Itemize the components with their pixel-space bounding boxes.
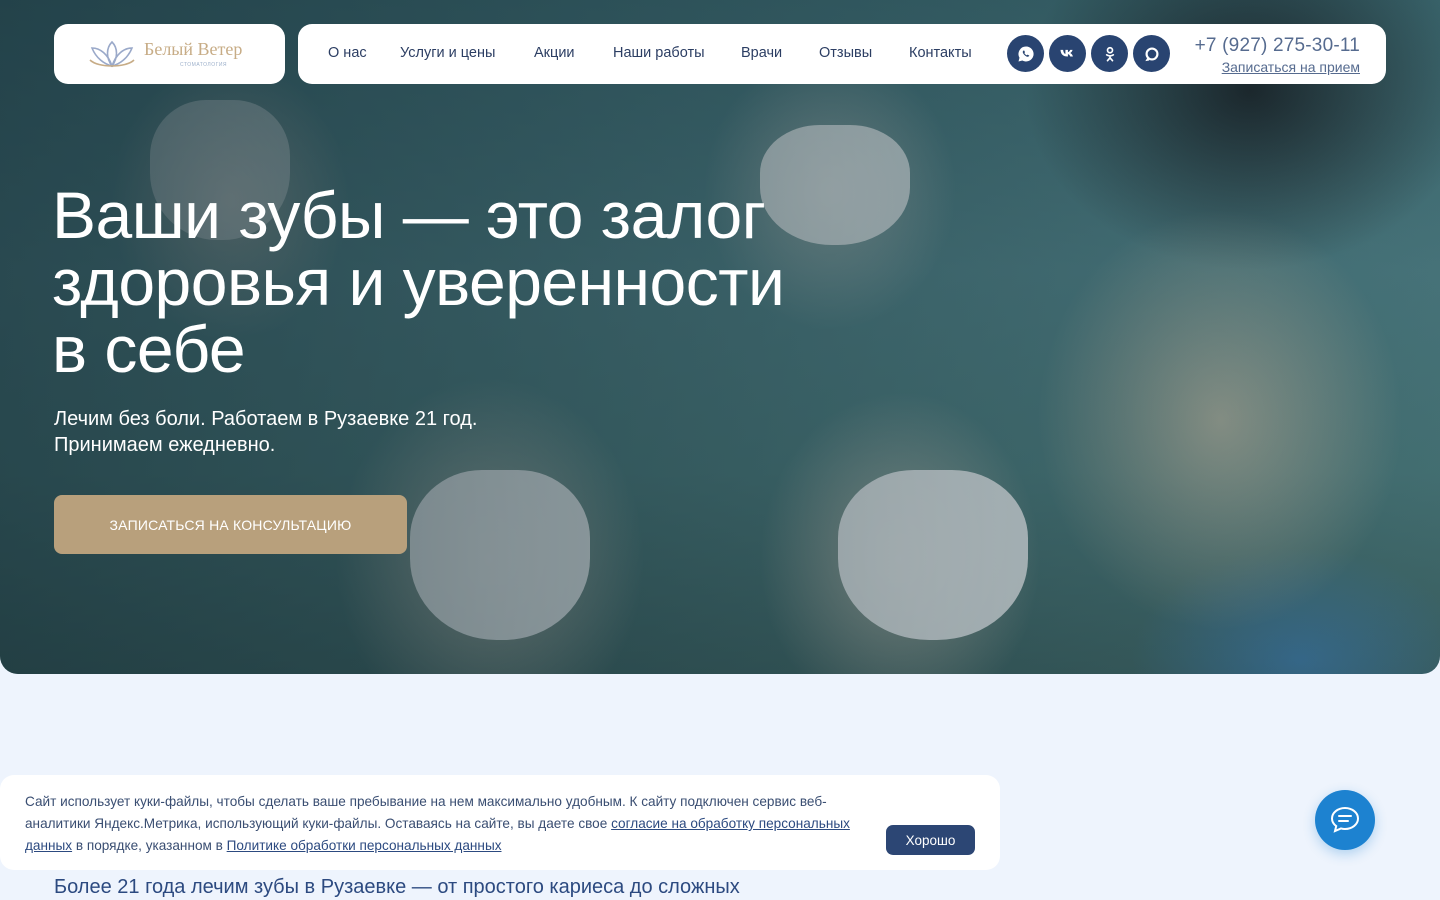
intro-text: Более 21 года лечим зубы в Рузаевке — от…	[54, 876, 740, 898]
hero-title-line: в себе	[52, 312, 246, 386]
cookie-accept-button[interactable]: Хорошо	[886, 825, 975, 855]
main-nav: О нас Услуги и цены Акции Наши работы Вр…	[298, 24, 1386, 84]
chat-button[interactable]	[1315, 790, 1375, 850]
nav-item-services[interactable]: Услуги и цены	[400, 45, 495, 61]
hero-subtitle-line: Лечим без боли. Работаем в Рузаевке 21 г…	[54, 408, 478, 430]
whatsapp-icon	[1017, 45, 1034, 61]
cookie-banner: Сайт использует куки-файлы, чтобы сделат…	[0, 775, 1000, 870]
odnoklassniki-icon	[1105, 46, 1114, 62]
book-appointment-link[interactable]: Записаться на прием	[1222, 59, 1360, 75]
chat-bubble-icon	[1330, 806, 1360, 833]
odnoklassniki-button[interactable]	[1091, 35, 1128, 72]
logo[interactable]: Белый Ветер СТОМАТОЛОГИЯ	[54, 24, 285, 84]
nav-item-contacts[interactable]: Контакты	[909, 45, 972, 61]
privacy-policy-link[interactable]: Политике обработки персональных данных	[227, 838, 502, 853]
vk-button[interactable]	[1049, 35, 1086, 72]
nav-item-promotions[interactable]: Акции	[534, 45, 575, 61]
vk-icon	[1060, 49, 1073, 56]
nav-item-about[interactable]: О нас	[328, 45, 367, 61]
hero-subtitle-line: Принимаем ежедневно.	[54, 434, 276, 456]
book-consultation-button[interactable]: ЗАПИСАТЬСЯ НА КОНСУЛЬТАЦИЮ	[54, 495, 407, 554]
max-messenger-icon	[1144, 47, 1158, 61]
whatsapp-button[interactable]	[1007, 35, 1044, 72]
nav-item-doctors[interactable]: Врачи	[741, 45, 782, 61]
max-messenger-button[interactable]	[1133, 35, 1170, 72]
cookie-text-part: в порядке, указанном в	[72, 838, 227, 853]
hero-title-line: Ваши зубы — это залог	[52, 178, 766, 252]
brand-name: Белый Ветер	[144, 39, 243, 59]
nav-item-works[interactable]: Наши работы	[613, 45, 705, 61]
phone-number[interactable]: +7 (927) 275-30-11	[1195, 35, 1360, 57]
brand-subtitle: СТОМАТОЛОГИЯ	[180, 62, 228, 68]
hero-subtitle: Лечим без боли. Работаем в Рузаевке 21 г…	[54, 406, 654, 458]
cookie-text: Сайт использует куки-файлы, чтобы сделат…	[25, 791, 880, 857]
hero-banner: Ваши зубы — это залог здоровья и уверенн…	[0, 0, 1440, 674]
lotus-logo-icon	[89, 40, 135, 68]
hero-title: Ваши зубы — это залог здоровья и уверенн…	[52, 182, 952, 383]
hero-title-line: здоровья и уверенности	[52, 245, 785, 319]
nav-item-reviews[interactable]: Отзывы	[819, 45, 872, 61]
